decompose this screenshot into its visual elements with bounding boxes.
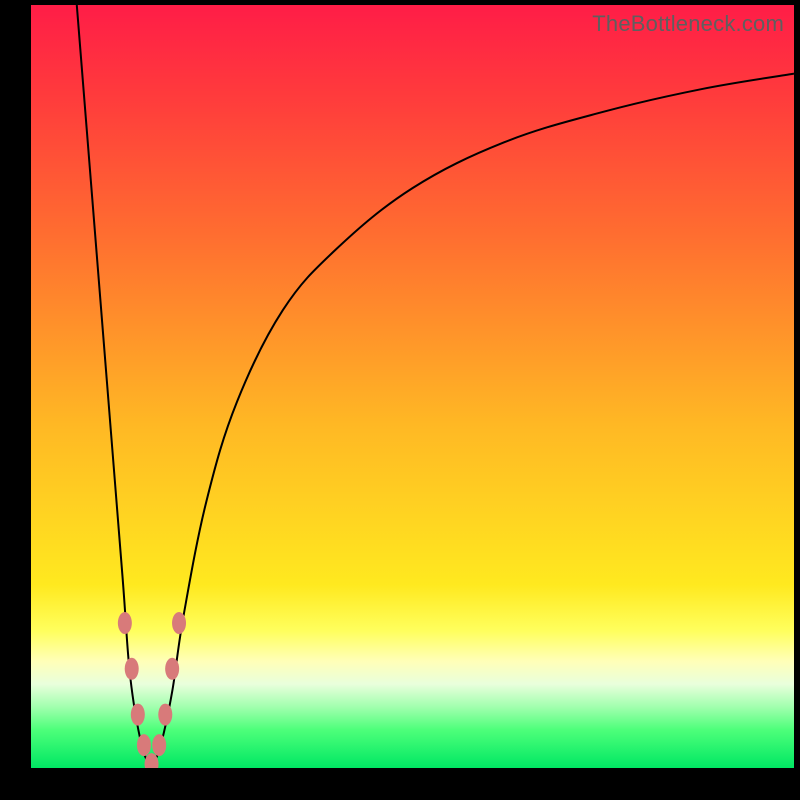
chart-frame: TheBottleneck.com: [0, 0, 800, 800]
curve-right-branch: [152, 74, 794, 768]
curve-left-branch: [77, 5, 152, 768]
trough-marker: [152, 734, 166, 756]
plot-area: TheBottleneck.com: [31, 5, 794, 768]
trough-marker: [165, 658, 179, 680]
trough-marker: [131, 704, 145, 726]
trough-marker: [125, 658, 139, 680]
chart-svg: [31, 5, 794, 768]
trough-markers-group: [118, 612, 186, 768]
trough-marker: [137, 734, 151, 756]
trough-marker: [158, 704, 172, 726]
trough-marker: [172, 612, 186, 634]
trough-marker: [118, 612, 132, 634]
